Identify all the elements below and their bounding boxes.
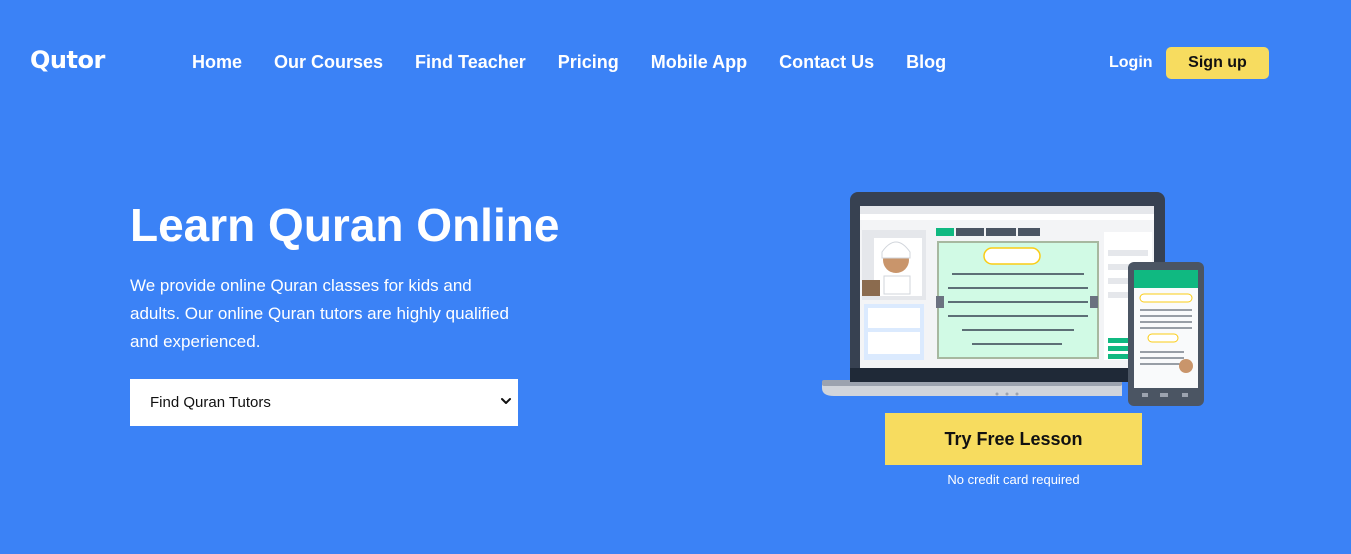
chevron-down-icon [501,398,511,404]
no-credit-card-note: No credit card required [947,472,1080,487]
devices-illustration [822,192,1204,406]
find-tutors-select[interactable]: Find Quran Tutors [130,379,518,426]
nav-item-our-courses[interactable]: Our Courses [274,52,383,73]
nav-item-mobile-app[interactable]: Mobile App [651,52,747,73]
try-free-lesson-button[interactable]: Try Free Lesson [885,413,1142,465]
hero-description: We provide online Quran classes for kids… [130,276,509,351]
nav-item-blog[interactable]: Blog [906,52,946,73]
hero-title: Learn Quran Online [130,199,560,251]
nav-item-contact-us[interactable]: Contact Us [779,52,874,73]
nav-item-pricing[interactable]: Pricing [558,52,619,73]
logo-text: Qutor [30,46,105,74]
main-nav: Home Our Courses Find Teacher Pricing Mo… [192,52,978,73]
signup-button[interactable]: Sign up [1166,47,1269,79]
nav-item-home[interactable]: Home [192,52,242,73]
login-link[interactable]: Login [1109,54,1153,72]
select-value: Find Quran Tutors [150,394,271,411]
nav-item-find-teacher[interactable]: Find Teacher [415,52,526,73]
logo[interactable]: Qutor [30,44,105,76]
